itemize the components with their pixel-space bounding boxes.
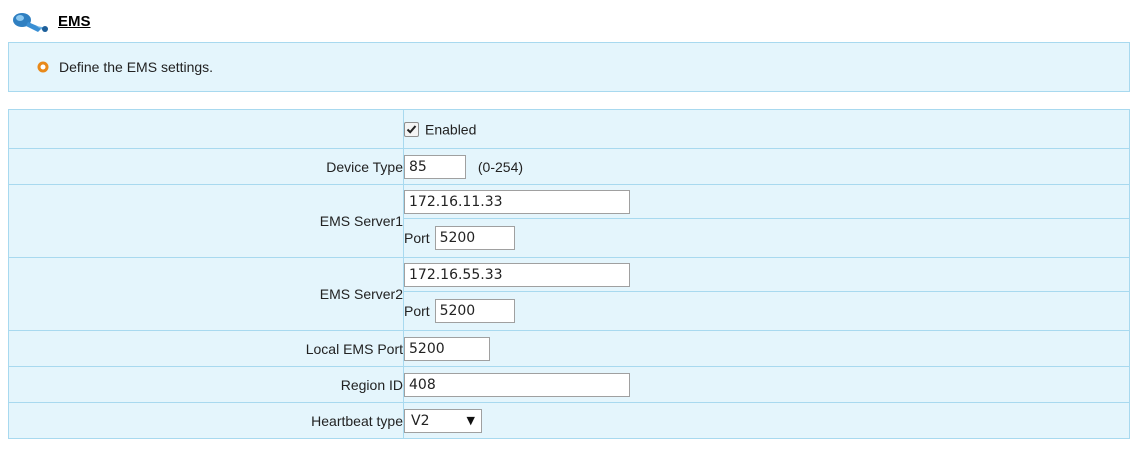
page-header: EMS bbox=[8, 6, 91, 36]
heartbeat-value: V2 bbox=[411, 412, 430, 429]
server2-ip-input[interactable] bbox=[404, 262, 630, 287]
device-type-row: Device Type (0-254) bbox=[8, 148, 1130, 185]
bullet-icon bbox=[37, 61, 49, 73]
server1-ip-input[interactable] bbox=[404, 189, 630, 214]
info-text: Define the EMS settings. bbox=[59, 59, 214, 75]
local-port-row: Local EMS Port bbox=[8, 330, 1130, 367]
server1-ip-row: EMS Server1 bbox=[8, 184, 1130, 258]
heartbeat-select[interactable]: V2 ▼ bbox=[404, 408, 482, 433]
enabled-row: Enabled bbox=[8, 109, 1130, 149]
checkmark-icon bbox=[406, 125, 417, 134]
server1-port-label: Port bbox=[404, 230, 430, 246]
server2-port-input[interactable] bbox=[434, 299, 515, 323]
heartbeat-label: Heartbeat type bbox=[8, 402, 404, 439]
page-title[interactable]: EMS bbox=[58, 13, 91, 30]
enabled-checkbox[interactable] bbox=[404, 122, 419, 138]
region-id-row: Region ID bbox=[8, 366, 1130, 403]
heartbeat-row: Heartbeat type V2 ▼ bbox=[8, 402, 1130, 439]
server2-ip-row: EMS Server2 bbox=[8, 257, 1130, 331]
region-id-label: Region ID bbox=[8, 366, 404, 403]
server2-port-label: Port bbox=[404, 303, 430, 319]
server2-label: EMS Server2 bbox=[8, 257, 404, 331]
info-banner: Define the EMS settings. bbox=[8, 42, 1130, 92]
local-port-label: Local EMS Port bbox=[8, 330, 404, 367]
chevron-down-icon: ▼ bbox=[466, 414, 475, 427]
device-type-hint: (0-254) bbox=[477, 158, 524, 175]
server1-port-input[interactable] bbox=[434, 226, 515, 250]
ems-settings-table: Enabled Device Type (0-254) EMS Server1 … bbox=[8, 109, 1130, 439]
server1-label: EMS Server1 bbox=[8, 184, 404, 258]
local-port-input[interactable] bbox=[404, 336, 490, 361]
network-satellite-icon bbox=[13, 13, 48, 32]
enabled-label: Enabled bbox=[425, 121, 477, 138]
device-type-input[interactable] bbox=[404, 154, 466, 179]
device-type-label: Device Type bbox=[8, 148, 404, 185]
region-id-input[interactable] bbox=[404, 372, 630, 397]
